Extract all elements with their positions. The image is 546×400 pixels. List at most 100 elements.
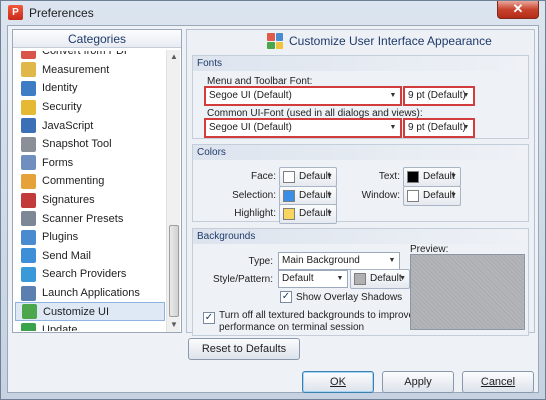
apply-button[interactable]: Apply: [382, 371, 454, 393]
category-label: Commenting: [42, 175, 105, 188]
category-label: Search Providers: [42, 268, 127, 281]
category-item[interactable]: Launch Applications: [15, 284, 165, 303]
common-font-value: Segoe UI (Default): [209, 122, 292, 133]
ok-button[interactable]: OK: [302, 371, 374, 393]
javascript-icon: [21, 118, 36, 134]
category-item[interactable]: Search Providers: [15, 265, 165, 284]
window-color-swatch: [407, 190, 419, 202]
category-item[interactable]: Identity: [15, 79, 165, 98]
common-font-select[interactable]: Segoe UI (Default) ▼: [204, 118, 402, 138]
chevron-down-icon: ▼: [450, 173, 457, 180]
categories-header: Categories: [13, 30, 181, 48]
highlight-color-swatch: [283, 208, 295, 220]
apply-label: Apply: [404, 376, 432, 388]
common-font-size-select[interactable]: 9 pt (Default) ▼: [403, 118, 475, 138]
shield-icon: [21, 99, 36, 115]
category-item[interactable]: Update: [15, 321, 165, 331]
category-label: Send Mail: [42, 249, 91, 262]
camera-icon: [21, 136, 36, 152]
category-label: Plugins: [42, 231, 79, 244]
background-type-select[interactable]: Main Background ▼: [278, 252, 400, 270]
category-item[interactable]: Signatures: [15, 191, 165, 210]
pattern-color-swatch: [354, 273, 366, 285]
category-item[interactable]: Customize UI: [15, 302, 165, 321]
fonts-group: Fonts Menu and Toolbar Font: Segoe UI (D…: [192, 55, 529, 139]
textured-backgrounds-checkbox[interactable]: ✓: [203, 312, 215, 324]
categories-scrollbar[interactable]: ▲ ▼: [166, 50, 180, 332]
style-pattern-label: Style/Pattern:: [212, 274, 273, 285]
category-item[interactable]: Security: [15, 98, 165, 117]
text-color-button[interactable]: Default ▼: [403, 167, 461, 187]
category-item[interactable]: Scanner Presets: [15, 209, 165, 228]
categories-panel: Categories Convert from PDF Measurement Id…: [12, 29, 182, 333]
close-button[interactable]: ✕: [497, 1, 539, 19]
window-color-button[interactable]: Default ▼: [403, 186, 461, 206]
reset-to-defaults-button[interactable]: Reset to Defaults: [188, 338, 300, 360]
title-bar[interactable]: P Preferences ✕: [1, 1, 545, 25]
chevron-down-icon: ▼: [389, 124, 397, 131]
scanner-icon: [21, 211, 36, 227]
ok-label: OK: [330, 376, 346, 388]
category-label: JavaScript: [42, 119, 94, 132]
menu-font-value: Segoe UI (Default): [209, 90, 292, 101]
category-label: Customize UI: [43, 305, 110, 318]
ruler-icon: [21, 62, 36, 78]
category-item[interactable]: Convert from PDF: [15, 51, 165, 61]
comment-icon: [21, 173, 36, 189]
dialog-body: Categories Convert from PDF Measurement Id…: [7, 25, 539, 393]
category-item[interactable]: Forms: [15, 154, 165, 173]
textured-check-mark-icon: ✓: [204, 312, 214, 323]
type-label: Type:: [248, 256, 273, 267]
common-font-size-value: 9 pt (Default): [408, 122, 466, 133]
plugin-icon: [21, 229, 36, 245]
text-color-swatch: [407, 171, 419, 183]
chevron-down-icon: ▼: [326, 210, 333, 217]
background-preview: [410, 254, 525, 330]
category-label: Signatures: [42, 194, 95, 207]
text-color-label: Text:: [378, 171, 400, 182]
category-label: Snapshot Tool: [42, 138, 112, 151]
face-color-swatch: [283, 171, 295, 183]
window-color-label: Window:: [361, 190, 400, 201]
highlight-label: Highlight:: [234, 208, 276, 219]
category-item[interactable]: Snapshot Tool: [15, 135, 165, 154]
selection-color-button[interactable]: Default ▼: [279, 186, 337, 206]
face-color-button[interactable]: Default ▼: [279, 167, 337, 187]
menu-font-select[interactable]: Segoe UI (Default) ▼: [204, 86, 402, 106]
category-label: Security: [42, 101, 82, 114]
scroll-thumb[interactable]: [169, 225, 179, 317]
category-item[interactable]: Measurement: [15, 61, 165, 80]
settings-panel: Customize User Interface Appearance Font…: [186, 29, 535, 336]
overlay-shadows-label: Show Overlay Shadows: [296, 292, 403, 303]
chevron-down-icon: ▼: [450, 192, 457, 199]
identity-card-icon: [21, 80, 36, 96]
category-label: Convert from PDF: [42, 51, 131, 58]
backgrounds-group: Backgrounds Type: Main Background ▼ Styl…: [192, 228, 529, 336]
app-logo-icon: P: [8, 5, 23, 20]
highlight-color-button[interactable]: Default ▼: [279, 204, 337, 224]
preferences-window: P Preferences ✕ Categories Convert from …: [0, 0, 546, 400]
chevron-down-icon: ▼: [326, 173, 333, 180]
chevron-down-icon: ▼: [326, 192, 333, 199]
category-label: Scanner Presets: [42, 212, 124, 225]
overlay-check-mark-icon: ✓: [281, 291, 291, 302]
category-label: Measurement: [42, 63, 110, 76]
textured-backgrounds-label-line1: Turn off all textured backgrounds to imp…: [219, 310, 427, 321]
pattern-color-button[interactable]: Default ▼: [350, 269, 410, 289]
overlay-shadows-checkbox[interactable]: ✓: [280, 291, 292, 303]
mail-icon: [21, 248, 36, 264]
scroll-down-arrow-icon[interactable]: ▼: [167, 318, 181, 332]
window-title: Preferences: [29, 6, 94, 20]
category-item[interactable]: Commenting: [15, 172, 165, 191]
menu-font-size-select[interactable]: 9 pt (Default) ▼: [403, 86, 475, 106]
category-item[interactable]: Plugins: [15, 228, 165, 247]
category-label: Identity: [42, 82, 78, 95]
category-item[interactable]: JavaScript: [15, 116, 165, 135]
cancel-button[interactable]: Cancel: [462, 371, 534, 393]
category-item[interactable]: Send Mail: [15, 247, 165, 266]
form-icon: [21, 155, 36, 171]
scroll-up-arrow-icon[interactable]: ▲: [167, 50, 181, 64]
style-pattern-select[interactable]: Default ▼: [278, 270, 348, 288]
chevron-down-icon: ▼: [388, 257, 396, 264]
background-type-value: Main Background: [282, 255, 360, 266]
